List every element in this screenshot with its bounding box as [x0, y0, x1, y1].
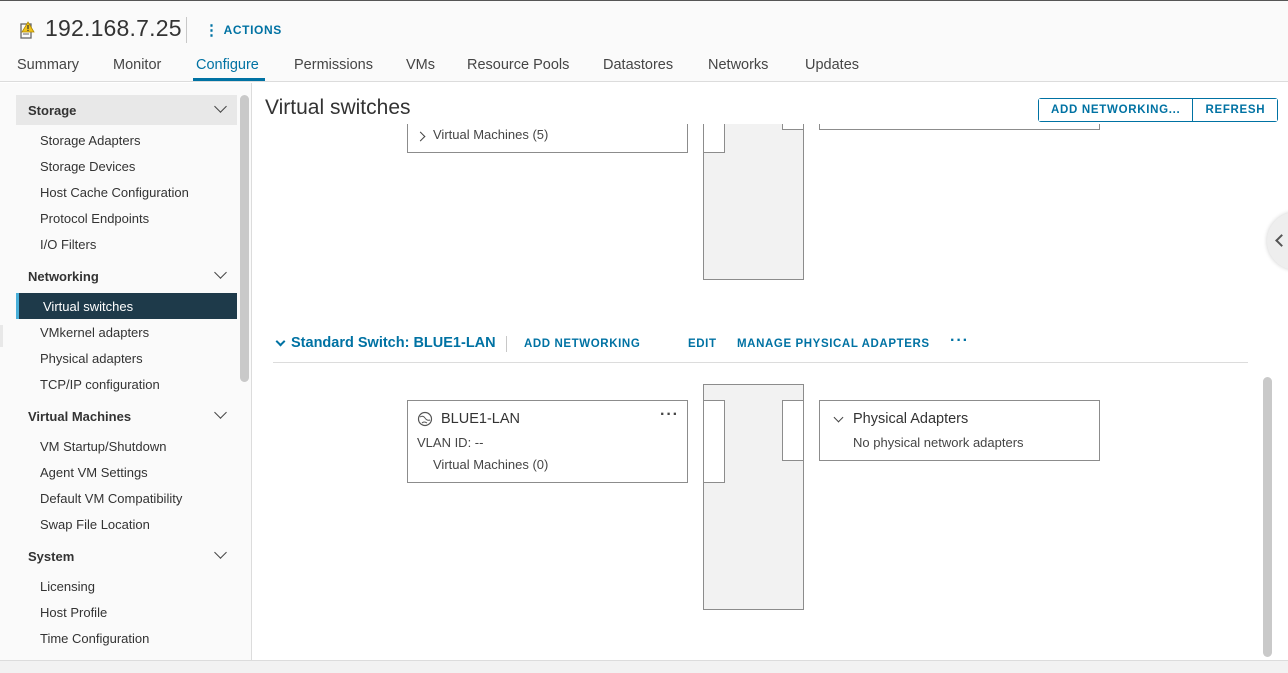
vlan-id-text: VLAN ID: -- [417, 435, 484, 450]
page-action-buttons: ADD NETWORKING... REFRESH [1038, 98, 1279, 122]
sidebar-item-tcpip-configuration[interactable]: TCP/IP configuration [16, 371, 237, 397]
tab-datastores[interactable]: Datastores [603, 57, 673, 73]
active-tab-indicator [193, 78, 265, 81]
section-networking[interactable]: Networking [16, 261, 237, 291]
sidebar-item-swap-file-location[interactable]: Swap File Location [16, 511, 237, 537]
sidebar-item-time-configuration[interactable]: Time Configuration [16, 625, 237, 651]
upper-port-connector-left [703, 124, 725, 153]
chevron-down-icon [214, 406, 227, 419]
chevron-left-icon [1275, 234, 1288, 247]
port-connector-right [782, 400, 804, 461]
section-networking-label: Networking [28, 268, 99, 284]
sidebar-item-host-cache-configuration[interactable]: Host Cache Configuration [16, 179, 237, 205]
upper-port-connector-right [782, 124, 804, 130]
tab-permissions[interactable]: Permissions [294, 57, 373, 73]
standard-switch-header: Standard Switch: BLUE1-LAN ADD NETWORKIN… [273, 332, 1248, 363]
upper-port-group-box: Virtual Machines (5) [407, 124, 688, 153]
main-content: Virtual switches ADD NETWORKING... REFRE… [253, 83, 1288, 660]
section-system-label: System [28, 548, 75, 564]
header-separator [506, 336, 507, 352]
port-group-name: BLUE1-LAN [441, 411, 520, 427]
chevron-right-icon[interactable] [415, 131, 426, 142]
chevron-down-icon [214, 266, 227, 279]
switch-more-actions-icon[interactable]: ··· [950, 332, 969, 350]
object-header: 192.168.7.25 ⋮ ACTIONS [0, 1, 1288, 43]
physical-adapters-box: Physical Adapters No physical network ad… [819, 400, 1100, 461]
port-group-box[interactable]: BLUE1-LAN ··· VLAN ID: -- Virtual Machin… [407, 400, 688, 483]
sidebar-item-vm-startup-shutdown[interactable]: VM Startup/Shutdown [16, 433, 237, 459]
section-system[interactable]: System [16, 541, 237, 571]
add-networking-button[interactable]: ADD NETWORKING... [1039, 99, 1193, 121]
sidebar-item-licensing[interactable]: Licensing [16, 573, 237, 599]
tab-summary[interactable]: Summary [17, 57, 79, 73]
page-title: Virtual switches [265, 96, 411, 119]
upper-vm-row[interactable]: Virtual Machines (5) [433, 127, 548, 142]
object-tabs: Summary Monitor Configure Permissions VM… [0, 43, 1288, 82]
actions-label: ACTIONS [223, 23, 282, 37]
physical-adapters-title: Physical Adapters [853, 411, 969, 427]
sidebar-item-protocol-endpoints[interactable]: Protocol Endpoints [16, 205, 237, 231]
header-divider [186, 17, 187, 43]
sidebar-item-host-profile[interactable]: Host Profile [16, 599, 237, 625]
actions-menu-button[interactable]: ⋮ ACTIONS [204, 19, 282, 41]
tab-resource-pools[interactable]: Resource Pools [467, 57, 569, 73]
refresh-button[interactable]: REFRESH [1192, 99, 1278, 121]
tab-updates[interactable]: Updates [805, 57, 859, 73]
sidebar-item-storage-adapters[interactable]: Storage Adapters [16, 127, 237, 153]
host-warning-icon [20, 21, 35, 39]
bottom-status-bar [0, 660, 1288, 673]
host-title: 192.168.7.25 [45, 15, 182, 41]
sidebar-item-agent-vm-settings[interactable]: Agent VM Settings [16, 459, 237, 485]
tab-networks[interactable]: Networks [708, 57, 768, 73]
tab-vms[interactable]: VMs [406, 57, 435, 73]
switch-edit-link[interactable]: EDIT [688, 338, 717, 350]
section-virtual-machines[interactable]: Virtual Machines [16, 401, 237, 431]
sidebar-scrollbar[interactable] [240, 95, 249, 382]
configure-sidebar: Storage Storage Adapters Storage Devices… [0, 83, 252, 660]
chevron-down-icon[interactable] [275, 336, 286, 347]
section-storage[interactable]: Storage [16, 95, 237, 125]
sidebar-item-virtual-switches[interactable]: Virtual switches [16, 293, 237, 319]
no-adapters-text: No physical network adapters [853, 435, 1024, 450]
content-scrollbar[interactable] [1263, 377, 1272, 657]
network-globe-icon [417, 411, 433, 427]
section-virtual-machines-label: Virtual Machines [28, 408, 132, 424]
tab-monitor[interactable]: Monitor [113, 57, 161, 73]
vertical-ellipsis-icon: ⋮ [204, 21, 220, 39]
sidebar-item-physical-adapters[interactable]: Physical adapters [16, 345, 237, 371]
chevron-down-icon [214, 100, 227, 113]
upper-physical-adapters-box [819, 124, 1100, 130]
tab-configure[interactable]: Configure [196, 57, 259, 73]
sidebar-item-vmkernel-adapters[interactable]: VMkernel adapters [16, 319, 237, 345]
switch-add-networking-link[interactable]: ADD NETWORKING [524, 338, 640, 350]
section-storage-label: Storage [28, 102, 77, 118]
port-connector-left [703, 400, 725, 483]
standard-switch-title[interactable]: Standard Switch: BLUE1-LAN [291, 335, 496, 351]
sidebar-item-io-filters[interactable]: I/O Filters [16, 231, 237, 257]
manage-physical-adapters-link[interactable]: MANAGE PHYSICAL ADAPTERS [737, 338, 930, 350]
chevron-down-icon [214, 546, 227, 559]
sidebar-item-storage-devices[interactable]: Storage Devices [16, 153, 237, 179]
port-group-vm-count[interactable]: Virtual Machines (0) [433, 457, 548, 472]
sidebar-item-default-vm-compatibility[interactable]: Default VM Compatibility [16, 485, 237, 511]
chevron-down-icon[interactable] [833, 412, 844, 423]
left-edge-marker [0, 325, 3, 347]
port-group-more-icon[interactable]: ··· [660, 406, 679, 424]
